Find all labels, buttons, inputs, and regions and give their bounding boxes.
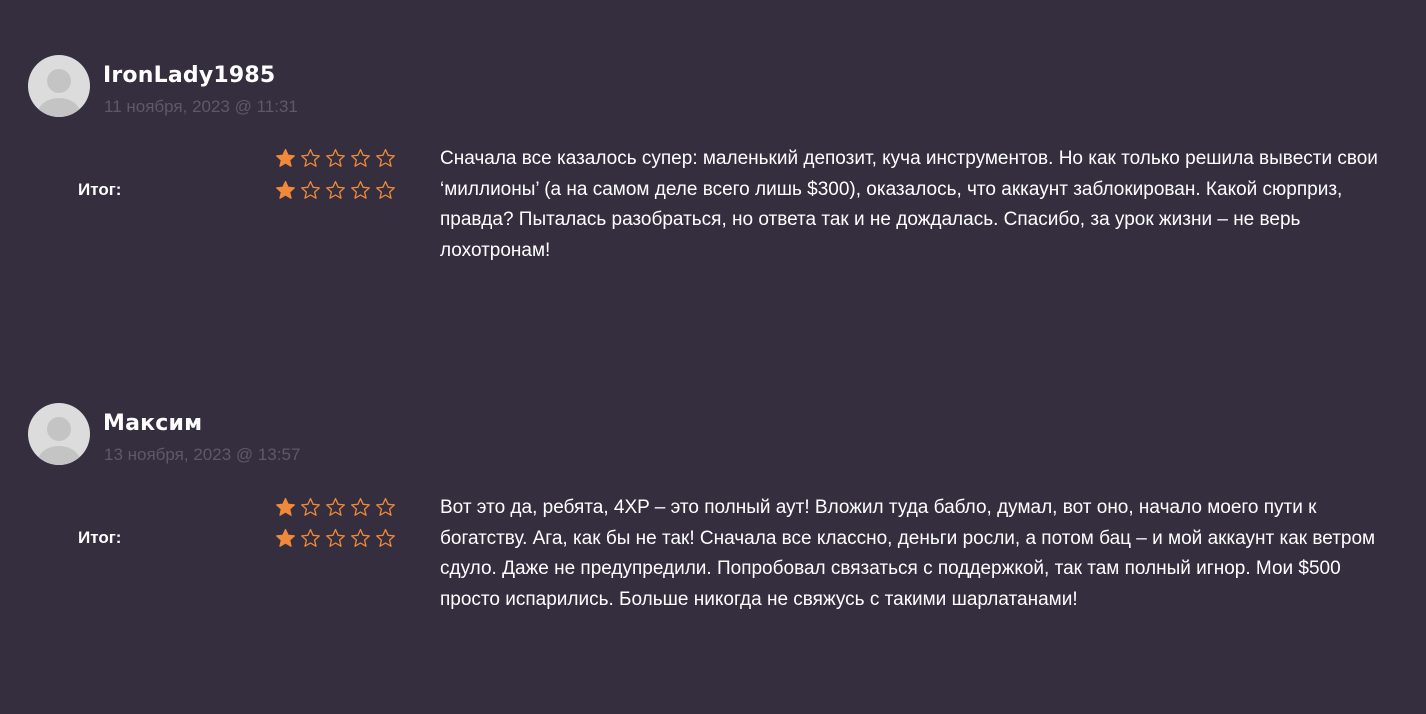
star-empty-icon [325, 497, 346, 518]
star-empty-icon [350, 148, 371, 169]
star-empty-icon [325, 180, 346, 201]
review-author: Максим [103, 411, 203, 436]
total-label: Итог: [78, 180, 122, 199]
star-empty-icon [325, 528, 346, 549]
rating-stars-row-1 [275, 147, 400, 169]
review-author: IronLady1985 [103, 63, 276, 88]
review-date: 11 ноября, 2023 @ 11:31 [104, 97, 298, 116]
total-label: Итог: [78, 528, 122, 547]
star-empty-icon [350, 528, 371, 549]
avatar [28, 403, 90, 465]
star-empty-icon [300, 148, 321, 169]
star-empty-icon [300, 497, 321, 518]
star-filled-icon [275, 497, 296, 518]
star-filled-icon [275, 180, 296, 201]
review-date: 13 ноября, 2023 @ 13:57 [104, 445, 301, 464]
star-filled-icon [275, 148, 296, 169]
star-empty-icon [300, 180, 321, 201]
star-empty-icon [325, 148, 346, 169]
rating-stars-row-1 [275, 496, 400, 518]
star-filled-icon [275, 528, 296, 549]
review-text: Вот это да, ребята, 4XP – это полный аут… [440, 497, 1376, 610]
avatar [28, 55, 90, 117]
star-empty-icon [375, 528, 396, 549]
review-text: Сначала все казалось супер: маленький де… [440, 148, 1378, 261]
star-empty-icon [350, 497, 371, 518]
rating-stars-row-2 [275, 527, 400, 549]
user-silhouette-icon [38, 417, 80, 465]
star-empty-icon [375, 497, 396, 518]
user-silhouette-icon [38, 69, 80, 117]
star-empty-icon [350, 180, 371, 201]
star-empty-icon [375, 148, 396, 169]
rating-stars-row-2 [275, 179, 400, 201]
star-empty-icon [375, 180, 396, 201]
star-empty-icon [300, 528, 321, 549]
